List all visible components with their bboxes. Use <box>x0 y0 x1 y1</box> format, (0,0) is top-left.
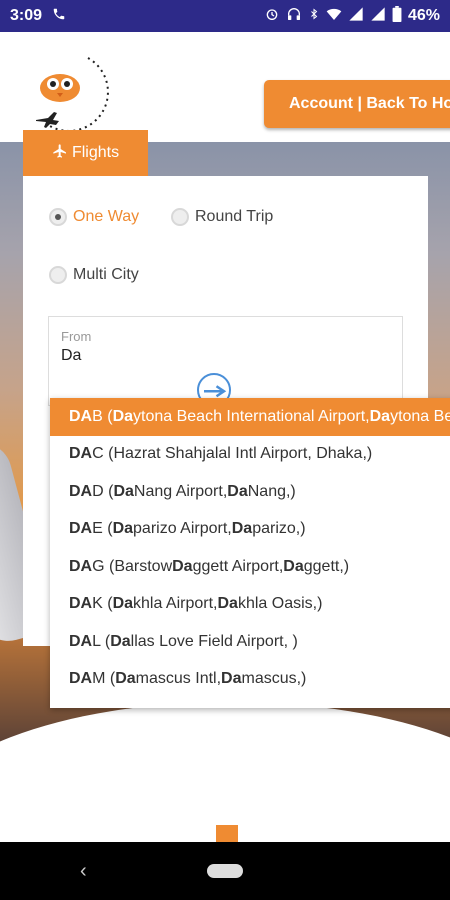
suggestion-item[interactable]: DA E (Da parizo Airport, Da parizo,) <box>50 511 450 549</box>
suggestion-match: Da <box>112 595 134 613</box>
radio-round-trip[interactable]: Round Trip <box>171 208 273 226</box>
radio-multi-city[interactable]: Multi City <box>49 266 139 284</box>
suggestion-code-match: DA <box>69 632 93 650</box>
suggestion-item[interactable]: DA G (Barstow Da ggett Airport, Da ggett,) <box>50 548 450 586</box>
wifi-icon <box>326 6 342 27</box>
radio-one-way-label: One Way <box>73 208 140 225</box>
status-time: 3:09 <box>10 7 43 24</box>
suggestion-match: Da <box>221 670 242 688</box>
radio-one-way[interactable]: One Way <box>49 208 139 226</box>
suggestion-match: Da <box>115 670 136 688</box>
suggestion-code-match: DA <box>69 482 93 500</box>
radio-button[interactable] <box>49 266 67 284</box>
suggestion-code-match: DA <box>69 407 93 425</box>
suggestion-item[interactable]: DA C (Hazrat Shahjalal Intl Airport, Dhak… <box>50 436 450 474</box>
suggestion-match: Da <box>112 407 134 425</box>
suggestion-match: Da <box>217 595 238 613</box>
radio-round-trip-label: Round Trip <box>195 208 274 225</box>
signal-icon <box>348 6 364 27</box>
radio-button[interactable] <box>171 208 189 226</box>
suggestion-item[interactable]: DA L (Da llas Love Field Airport, ) <box>50 623 450 661</box>
radio-multi-city-label: Multi City <box>73 266 139 283</box>
back-icon[interactable]: ‹ <box>80 860 87 883</box>
tab-flights[interactable]: Flights <box>23 130 148 176</box>
from-field-label: From <box>61 329 92 344</box>
suggestion-match: Da <box>283 557 304 575</box>
suggestion-match: Da <box>172 557 193 575</box>
scroll-indicator <box>216 825 238 843</box>
suggestion-item[interactable]: DA B (Da ytona Beach International Airport… <box>50 398 450 436</box>
account-back-home-button[interactable]: Account | Back To Home <box>264 80 450 128</box>
alarm-icon <box>264 6 280 27</box>
suggestion-code-match: DA <box>69 595 93 613</box>
hero-bottom-curve <box>0 702 450 762</box>
system-nav-bar: ‹ <box>0 842 450 900</box>
suggestion-code-match: DA <box>69 445 93 463</box>
plane-icon <box>52 143 68 164</box>
airport-suggestions-dropdown[interactable]: DA B (Da ytona Beach International Airport… <box>50 398 450 708</box>
headset-icon <box>286 6 302 27</box>
app-logo[interactable] <box>30 48 110 138</box>
signal-icon-2 <box>370 6 386 27</box>
bluetooth-icon <box>308 6 320 27</box>
suggestion-match: Da <box>113 482 134 500</box>
from-field[interactable]: From Da <box>48 316 403 407</box>
suggestion-match: Da <box>112 520 134 538</box>
suggestion-code-match: DA <box>69 520 93 538</box>
suggestion-item[interactable]: DA K (Da khla Airport, Da khla Oasis,) <box>50 586 450 624</box>
phone-icon <box>52 7 66 26</box>
battery-percent: 46% <box>407 7 440 24</box>
suggestion-item[interactable]: DA D (Da Nang Airport, Da Nang,) <box>50 473 450 511</box>
from-input[interactable]: Da <box>61 347 81 365</box>
suggestion-match: Da <box>231 520 253 538</box>
home-pill-icon[interactable] <box>207 864 243 878</box>
battery-icon <box>392 5 402 27</box>
suggestion-code-match: DA <box>69 670 93 688</box>
radio-button-checked[interactable] <box>49 208 67 226</box>
suggestion-code-match: DA <box>69 557 93 575</box>
suggestion-match: Da <box>110 632 131 650</box>
status-bar: 3:09 46% <box>0 0 450 32</box>
tab-flights-label: Flights <box>71 144 120 161</box>
suggestion-item[interactable]: DA M (Da mascus Intl, Da mascus,) <box>50 661 450 699</box>
suggestion-match: Da <box>369 407 391 425</box>
suggestion-match: Da <box>227 482 248 500</box>
suggestions-list: DA B (Da ytona Beach International Airport… <box>50 398 450 698</box>
app-header: Account | Back To Home <box>0 32 450 142</box>
